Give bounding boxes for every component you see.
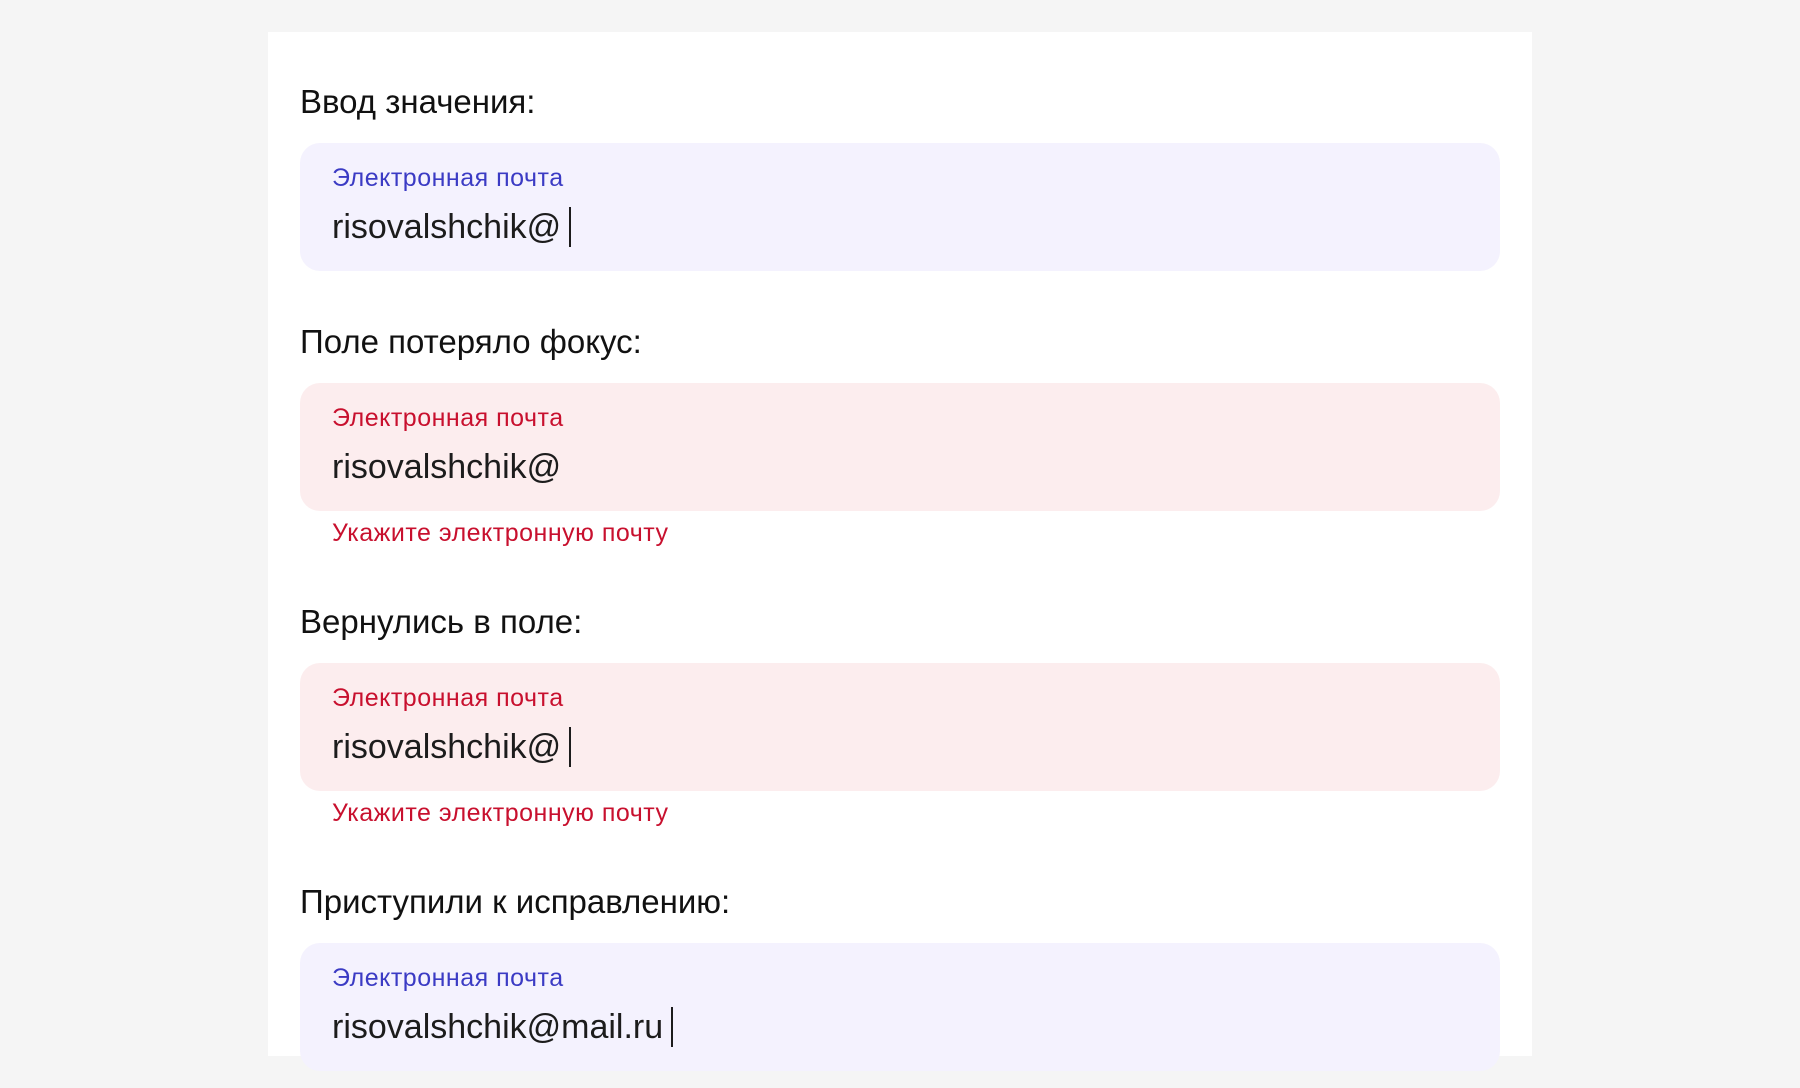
email-input-value[interactable]: risovalshchik@ <box>332 445 561 489</box>
state-heading-correcting: Приступили к исправлению: <box>300 883 731 920</box>
text-caret <box>569 207 572 247</box>
email-field-typing[interactable]: Электронная почта risovalshchik@ <box>300 143 1500 271</box>
state-heading-refocused: Вернулись в поле: <box>300 603 583 640</box>
text-caret <box>569 727 572 767</box>
error-message-blurred: Укажите электронную почту <box>332 519 669 547</box>
email-value-text: risovalshchik@ <box>332 728 562 766</box>
email-field-label: Электронная почта <box>332 964 564 992</box>
email-field-label: Электронная почта <box>332 164 564 192</box>
states-panel: Ввод значения: Электронная почта risoval… <box>268 32 1532 1071</box>
email-value-text: risovalshchik@mail.ru <box>332 1008 664 1046</box>
email-input-value[interactable]: risovalshchik@ <box>332 205 572 249</box>
email-field-blurred[interactable]: Электронная почта risovalshchik@ <box>300 383 1500 511</box>
email-input-value[interactable]: risovalshchik@mail.ru <box>332 1005 674 1049</box>
email-field-label: Электронная почта <box>332 684 564 712</box>
email-field-label: Электронная почта <box>332 404 564 432</box>
text-caret <box>671 1007 674 1047</box>
email-field-correcting[interactable]: Электронная почта risovalshchik@mail.ru <box>300 943 1500 1071</box>
email-value-text: risovalshchik@ <box>332 448 562 486</box>
email-input-value[interactable]: risovalshchik@ <box>332 725 572 769</box>
state-heading-blurred: Поле потеряло фокус: <box>300 323 642 360</box>
state-heading-typing: Ввод значения: <box>300 83 536 120</box>
email-field-refocused[interactable]: Электронная почта risovalshchik@ <box>300 663 1500 791</box>
email-value-text: risovalshchik@ <box>332 208 562 246</box>
error-message-refocused: Укажите электронную почту <box>332 799 669 827</box>
